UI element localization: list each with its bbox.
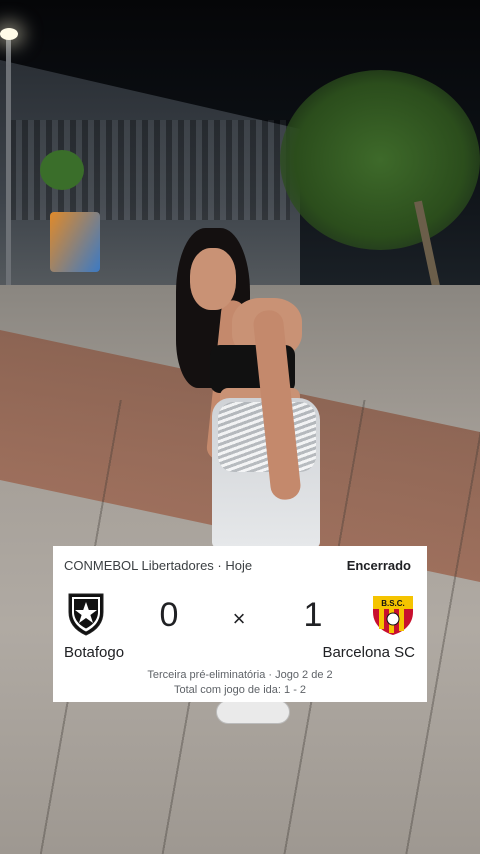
video-background xyxy=(0,0,480,854)
person-shoe xyxy=(216,700,290,724)
competition-label: CONMEBOL Libertadores · Hoje xyxy=(64,558,253,573)
barcelona-sc-crest-icon[interactable]: B.S.C. xyxy=(371,592,415,636)
botafogo-crest-icon[interactable] xyxy=(67,592,105,636)
away-team-name[interactable]: Barcelona SC xyxy=(322,644,415,661)
playground-slide xyxy=(50,212,100,272)
round-info: Terceira pré-eliminatória · Jogo 2 de 2 xyxy=(147,669,333,681)
svg-text:B.S.C.: B.S.C. xyxy=(381,599,405,608)
tree-canopy xyxy=(280,70,480,250)
lamp-light xyxy=(0,28,18,40)
home-team-name[interactable]: Botafogo xyxy=(64,644,124,661)
match-score-card[interactable]: CONMEBOL Libertadores · Hoje Encerrado 0… xyxy=(53,546,427,702)
lamp-post xyxy=(6,30,11,315)
person-face xyxy=(190,248,236,310)
card-header: CONMEBOL Libertadores · Hoje Encerrado xyxy=(64,558,411,576)
match-status: Encerrado xyxy=(346,558,411,573)
home-score: 0 xyxy=(159,596,179,634)
away-score: 1 xyxy=(303,596,323,634)
score-separator: × xyxy=(232,606,246,631)
aggregate-score: Total com jogo de ida: 1 - 2 xyxy=(173,684,307,696)
small-tree xyxy=(40,150,84,190)
